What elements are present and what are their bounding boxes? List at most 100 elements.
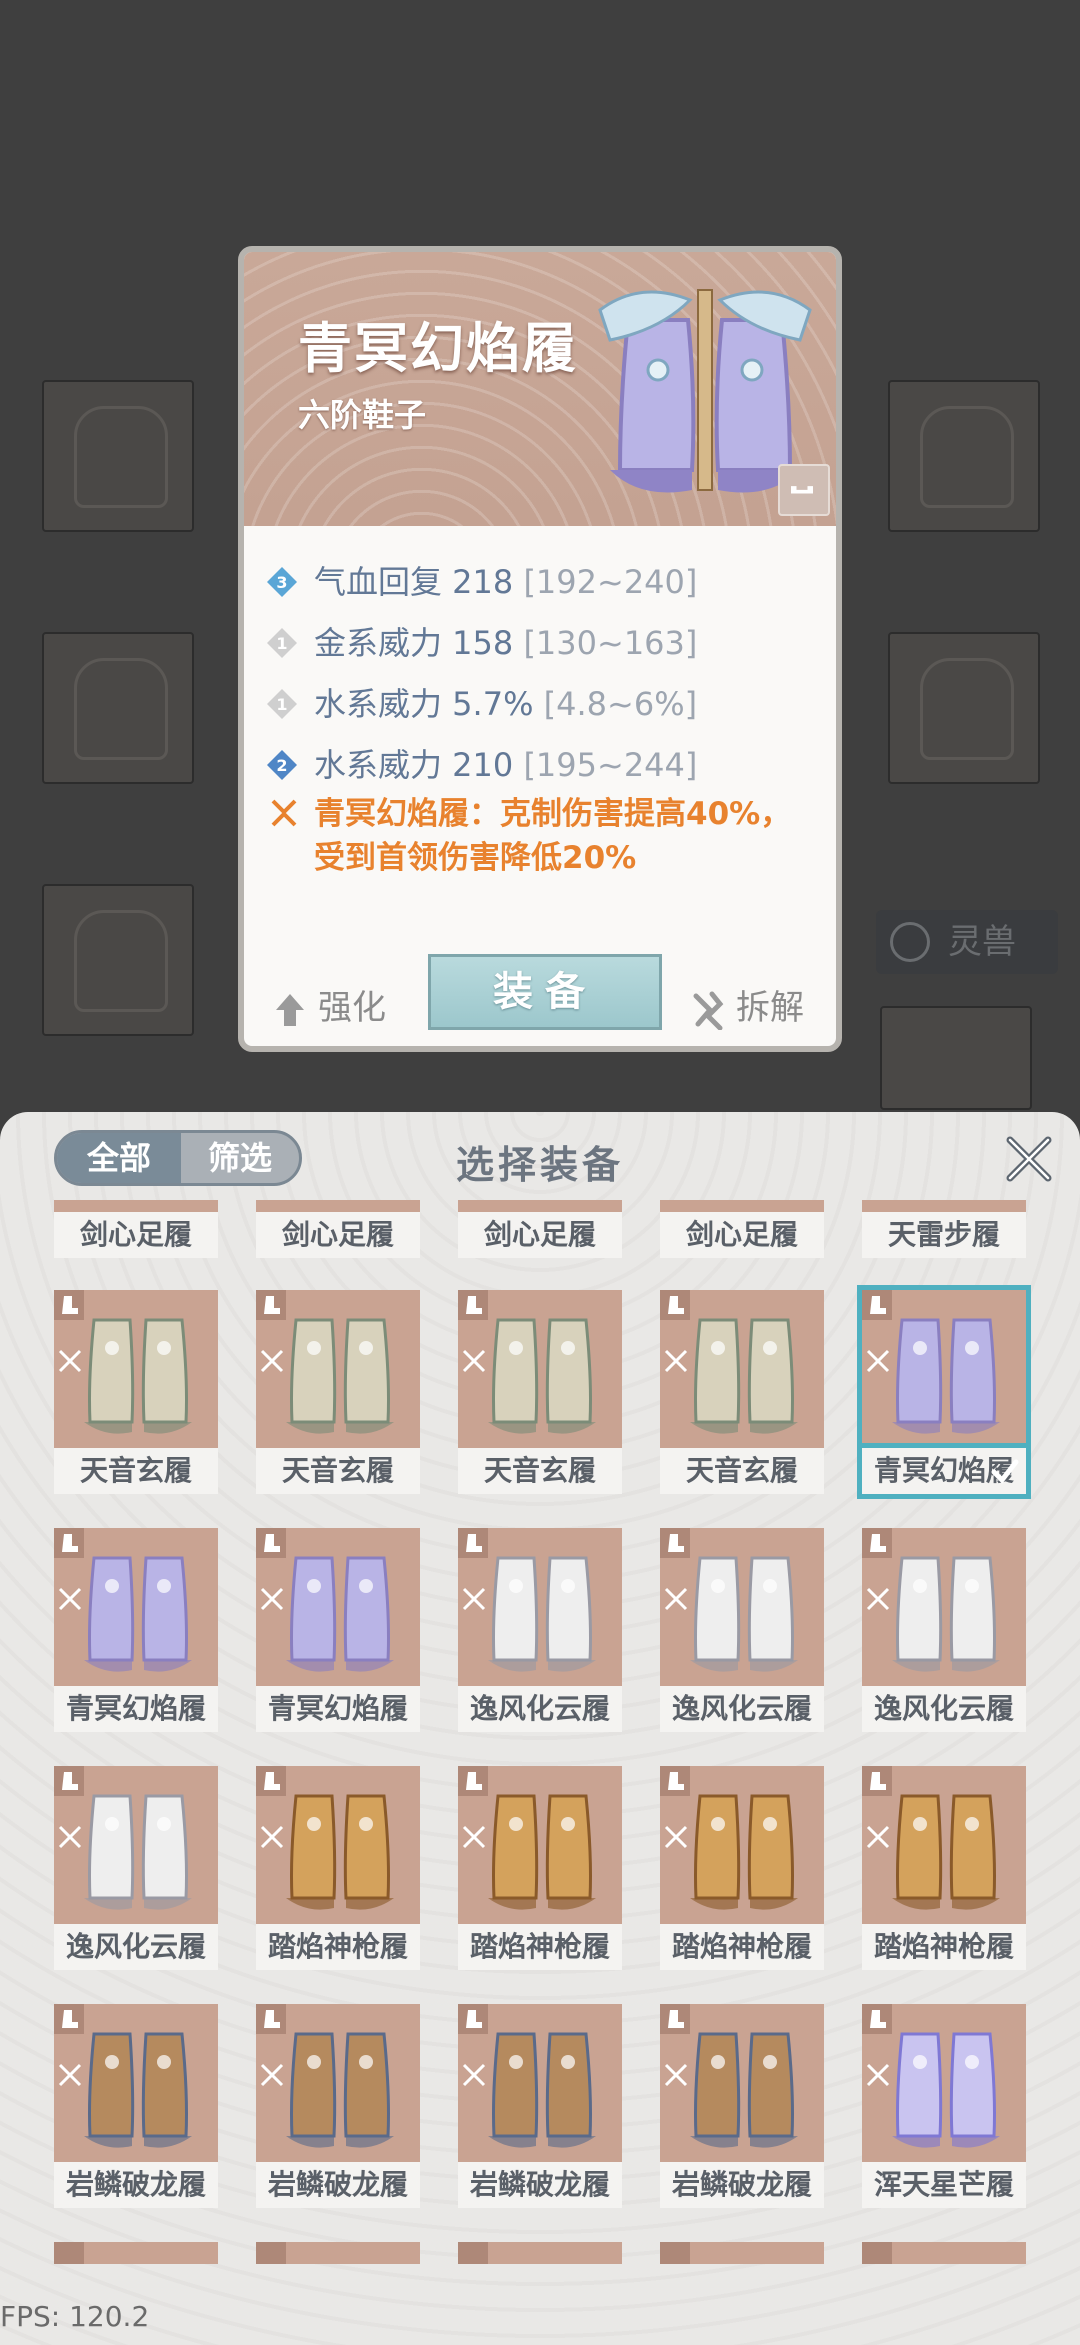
stat-name: 水系威力 210 bbox=[314, 746, 514, 784]
item-thumbnail bbox=[256, 1200, 420, 1212]
item-name-label: 岩鳞破龙履 bbox=[660, 2162, 824, 2208]
pet-tab: 灵兽 bbox=[876, 910, 1058, 974]
item-name-label: 天音玄履 bbox=[54, 1448, 218, 1494]
select-equipment-panel: 全部 筛选 选择装备 剑心足履 剑心足履 剑心足履 剑心足履 天雷步履 天音玄履 天音玄履天… bbox=[0, 1112, 1080, 2345]
set-effect: 青冥幻焰履：克制伤害提高40%， 受到首领伤害降低20% bbox=[266, 792, 826, 882]
svg-text:1: 1 bbox=[276, 634, 287, 653]
bg-slot-ring bbox=[888, 632, 1040, 784]
boots-art-icon bbox=[286, 2032, 394, 2148]
boot-slot-icon bbox=[660, 2242, 690, 2264]
set-effect-line2: 受到首领伤害降低20% bbox=[314, 840, 637, 876]
item-thumbnail bbox=[54, 1528, 218, 1686]
dismantle-label: 拆解 bbox=[736, 988, 804, 1028]
boots-art-icon bbox=[892, 1794, 1000, 1910]
boots-art-icon bbox=[892, 1556, 1000, 1672]
boots-art-icon bbox=[286, 1556, 394, 1672]
boots-art-icon bbox=[690, 1794, 798, 1910]
set-effect-icon bbox=[271, 799, 297, 827]
item-thumbnail bbox=[660, 1200, 824, 1212]
stat-level-1-icon: 1 bbox=[267, 689, 297, 719]
slot-badge-icon bbox=[778, 464, 830, 516]
item-name-label: 青冥幻焰履 bbox=[256, 1686, 420, 1732]
stat-row: 1 水系威力 5.7% [4.8~6%] bbox=[266, 674, 826, 735]
boot-slot-icon bbox=[54, 2242, 84, 2264]
item-thumbnail bbox=[660, 1766, 824, 1924]
item-thumbnail bbox=[458, 2242, 622, 2264]
upgrade-label: 强化 bbox=[318, 988, 386, 1028]
item-thumbnail bbox=[54, 2242, 218, 2264]
stat-range: [195~244] bbox=[523, 746, 698, 784]
item-name-label: 岩鳞破龙履 bbox=[256, 2162, 420, 2208]
boots-art-icon bbox=[892, 1318, 1000, 1434]
item-name-label: 踏焰神枪履 bbox=[458, 1924, 622, 1970]
item-thumbnail bbox=[862, 2004, 1026, 2162]
item-name-label: 岩鳞破龙履 bbox=[54, 2162, 218, 2208]
item-type: 六阶鞋子 bbox=[298, 396, 427, 434]
item-name-label: 岩鳞破龙履 bbox=[458, 2162, 622, 2208]
equipment-detail-card: 青冥幻焰履 六阶鞋子 3 气血回复 218 [192~240] 1 金系威力 1… bbox=[238, 246, 842, 1052]
item-thumbnail bbox=[256, 2242, 420, 2264]
item-thumbnail bbox=[458, 1200, 622, 1212]
stat-level-1-icon: 1 bbox=[267, 628, 297, 658]
item-thumbnail bbox=[862, 2242, 1026, 2264]
item-thumbnail bbox=[458, 1528, 622, 1686]
bg-slot-extra bbox=[880, 1006, 1032, 1110]
item-name: 青冥幻焰履 bbox=[298, 317, 578, 380]
boots-art-icon bbox=[488, 2032, 596, 2148]
stat-row: 3 气血回复 218 [192~240] bbox=[266, 552, 826, 613]
dismantle-icon bbox=[693, 991, 724, 1030]
item-name-label: 剑心足履 bbox=[660, 1212, 824, 1258]
stat-list: 3 气血回复 218 [192~240] 1 金系威力 158 [130~163… bbox=[266, 552, 826, 796]
item-name-label: 逸风化云履 bbox=[660, 1686, 824, 1732]
item-name-label: 踏焰神枪履 bbox=[256, 1924, 420, 1970]
pet-icon bbox=[890, 922, 930, 962]
item-name-label: 剑心足履 bbox=[54, 1212, 218, 1258]
stat-row: 1 金系威力 158 [130~163] bbox=[266, 613, 826, 674]
svg-text:1: 1 bbox=[276, 695, 287, 714]
set-effect-line1: 青冥幻焰履：克制伤害提高40%， bbox=[314, 796, 792, 832]
item-name-label: 逸风化云履 bbox=[458, 1686, 622, 1732]
equip-button[interactable]: 装备 bbox=[428, 954, 662, 1030]
boots-art-icon bbox=[286, 1318, 394, 1434]
pet-label: 灵兽 bbox=[948, 922, 1016, 962]
item-thumbnail bbox=[458, 1290, 622, 1448]
bg-slot-bracer bbox=[888, 380, 1040, 532]
bg-slot-banner bbox=[42, 380, 194, 532]
boots-art-icon bbox=[488, 1556, 596, 1672]
card-header: 青冥幻焰履 六阶鞋子 bbox=[244, 252, 836, 526]
item-name-label: 天音玄履 bbox=[256, 1448, 420, 1494]
item-thumbnail bbox=[54, 1200, 218, 1212]
boots-art-icon bbox=[690, 1318, 798, 1434]
boots-art-icon bbox=[690, 2032, 798, 2148]
item-thumbnail bbox=[256, 1766, 420, 1924]
item-name-label: 踏焰神枪履 bbox=[660, 1924, 824, 1970]
item-thumbnail bbox=[862, 1766, 1026, 1924]
item-thumbnail bbox=[256, 1290, 420, 1448]
arrow-up-icon bbox=[276, 994, 304, 1026]
item-name-label: 青冥幻焰履 bbox=[54, 1686, 218, 1732]
stat-range: [130~163] bbox=[523, 624, 698, 662]
bg-slot-robe bbox=[42, 632, 194, 784]
boot-slot-icon bbox=[458, 2242, 488, 2264]
item-thumbnail bbox=[660, 1528, 824, 1686]
svg-text:3: 3 bbox=[276, 573, 287, 592]
item-thumbnail bbox=[458, 1766, 622, 1924]
item-thumbnail bbox=[862, 1200, 1026, 1212]
item-name-label: 天音玄履 bbox=[458, 1448, 622, 1494]
stat-name: 气血回复 218 bbox=[314, 563, 514, 601]
item-name-label: 剑心足履 bbox=[458, 1212, 622, 1258]
boots-art-icon bbox=[690, 1556, 798, 1672]
stat-name: 水系威力 5.7% bbox=[314, 685, 534, 723]
item-name-label: 逸风化云履 bbox=[862, 1686, 1026, 1732]
stat-level-3-icon: 3 bbox=[267, 567, 297, 597]
check-icon bbox=[991, 1459, 1019, 1484]
item-thumbnail bbox=[256, 1528, 420, 1686]
stat-range: [4.8~6%] bbox=[543, 685, 698, 723]
boot-slot-icon bbox=[862, 2242, 892, 2264]
item-thumbnail bbox=[660, 1290, 824, 1448]
svg-text:2: 2 bbox=[276, 756, 287, 775]
boot-slot-icon bbox=[256, 2242, 286, 2264]
boots-art-icon bbox=[84, 1318, 192, 1434]
item-thumbnail bbox=[862, 1290, 1026, 1448]
fps-counter: FPS: 120.2 bbox=[0, 2300, 150, 2333]
